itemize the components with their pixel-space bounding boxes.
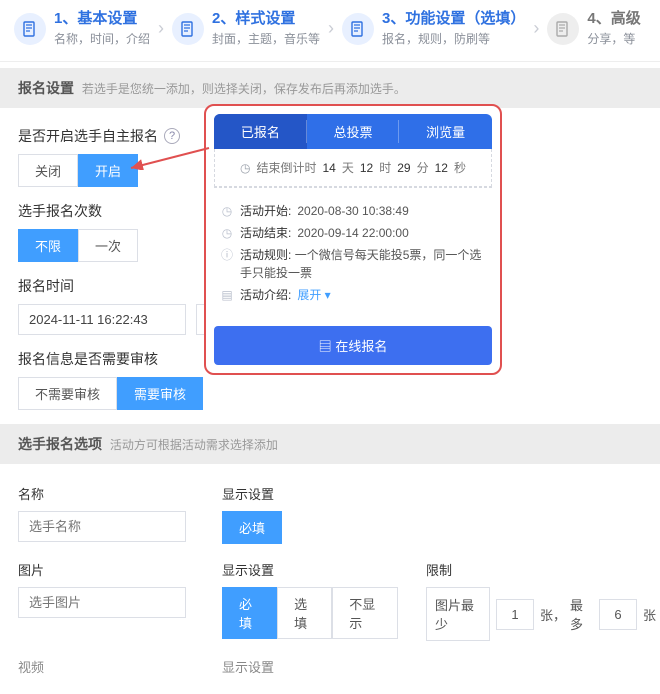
clock-icon: ◷ [220, 202, 234, 220]
note-icon: ▤ [220, 286, 234, 304]
tab-enrolled[interactable]: 已报名 [214, 114, 307, 149]
step-header: 1、基本设置 名称，时间，介绍 › 2、样式设置 封面，主题，音乐等 › 3、功… [0, 0, 660, 62]
doc-icon [172, 13, 204, 45]
step-subtitle: 封面，主题，音乐等 [212, 30, 320, 47]
section-registration: 报名设置 若选手是您统一添加，则选择关闭，保存发布后再添加选手。 [0, 68, 660, 108]
audit-toggle: 不需要审核 需要审核 [18, 377, 642, 410]
preview-tabs: 已报名 总投票 浏览量 [214, 114, 492, 149]
image-min-label: 图片最少 [426, 587, 490, 641]
step-4[interactable]: 4、高级 分享，等 [547, 10, 640, 47]
step-1[interactable]: 1、基本设置 名称，时间，介绍 [14, 10, 150, 47]
step-title: 3、功能设置（选填） [382, 10, 525, 28]
image-min-input[interactable] [496, 599, 534, 630]
options-settings: 名称 显示设置 必填 图片 显示设置 必填 选填 不显示 限制 图片最少 [0, 464, 660, 694]
option-name-label: 名称 [18, 484, 194, 503]
section-hint: 活动方可根据活动需求选择添加 [110, 438, 278, 452]
display-optional[interactable]: 选填 [277, 587, 332, 639]
display-hidden[interactable]: 不显示 [332, 587, 398, 639]
info-icon: ⓘ [220, 246, 234, 282]
option-image-input[interactable] [18, 587, 186, 618]
help-icon[interactable]: ? [164, 128, 180, 144]
toggle-need-audit[interactable]: 需要审核 [117, 377, 203, 410]
step-2[interactable]: 2、样式设置 封面，主题，音乐等 [172, 10, 320, 47]
clock-icon: ◷ [220, 224, 234, 242]
expand-intro[interactable]: 展开 ▾ [297, 286, 330, 304]
option-name-input[interactable] [18, 511, 186, 542]
step-title: 1、基本设置 [54, 10, 150, 28]
registration-settings: 是否开启选手自主报名 ? 关闭 开启 已报名 总投票 浏览量 ◷ 结束倒计时 1… [0, 108, 660, 418]
option-display-label: 显示设置 [222, 484, 398, 503]
chevron-right-icon: › [156, 18, 166, 39]
toggle-once[interactable]: 一次 [78, 229, 138, 262]
chevron-right-icon: › [326, 18, 336, 39]
section-title: 选手报名选项 [18, 436, 102, 452]
step-subtitle: 分享，等 [587, 30, 640, 47]
form-icon: ▤ [319, 339, 332, 354]
option-limit-label: 限制 [426, 560, 656, 579]
doc-icon [14, 13, 46, 45]
countdown-row: ◷ 结束倒计时 14天 12时 29分 12秒 [214, 149, 492, 187]
step-title: 2、样式设置 [212, 10, 320, 28]
step-title: 4、高级 [587, 10, 640, 28]
activity-info: ◷ 活动开始: 2020-08-30 10:38:49 ◷ 活动结束: 2020… [214, 187, 492, 316]
display-required[interactable]: 必填 [222, 511, 282, 544]
option-display-label: 显示设置 [222, 560, 398, 579]
registration-preview: 已报名 总投票 浏览量 ◷ 结束倒计时 14天 12时 29分 12秒 ◷ 活动… [204, 104, 502, 375]
section-hint: 若选手是您统一添加，则选择关闭，保存发布后再添加选手。 [82, 82, 406, 96]
toggle-off[interactable]: 关闭 [18, 154, 78, 187]
image-limit-row: 图片最少 张， 最多 张 [426, 587, 656, 641]
option-video-label: 视频 [18, 657, 194, 676]
step-subtitle: 报名，规则，防刷等 [382, 30, 525, 47]
display-required[interactable]: 必填 [222, 587, 277, 639]
section-title: 报名设置 [18, 80, 74, 96]
tab-views[interactable]: 浏览量 [399, 114, 492, 149]
option-display-label: 显示设置 [222, 657, 398, 676]
option-image-label: 图片 [18, 560, 194, 579]
toggle-unlimited[interactable]: 不限 [18, 229, 78, 262]
step-3[interactable]: 3、功能设置（选填） 报名，规则，防刷等 [342, 10, 525, 47]
image-max-input[interactable] [599, 599, 637, 630]
tab-votes[interactable]: 总投票 [307, 114, 400, 149]
doc-icon [547, 13, 579, 45]
toggle-no-audit[interactable]: 不需要审核 [18, 377, 117, 410]
step-subtitle: 名称，时间，介绍 [54, 30, 150, 47]
registration-start-input[interactable] [18, 304, 186, 335]
clock-icon: ◷ [240, 161, 250, 175]
chevron-right-icon: › [531, 18, 541, 39]
online-register-button[interactable]: ▤ 在线报名 [214, 326, 492, 365]
doc-icon [342, 13, 374, 45]
section-options: 选手报名选项 活动方可根据活动需求选择添加 [0, 424, 660, 464]
toggle-on[interactable]: 开启 [78, 154, 138, 187]
